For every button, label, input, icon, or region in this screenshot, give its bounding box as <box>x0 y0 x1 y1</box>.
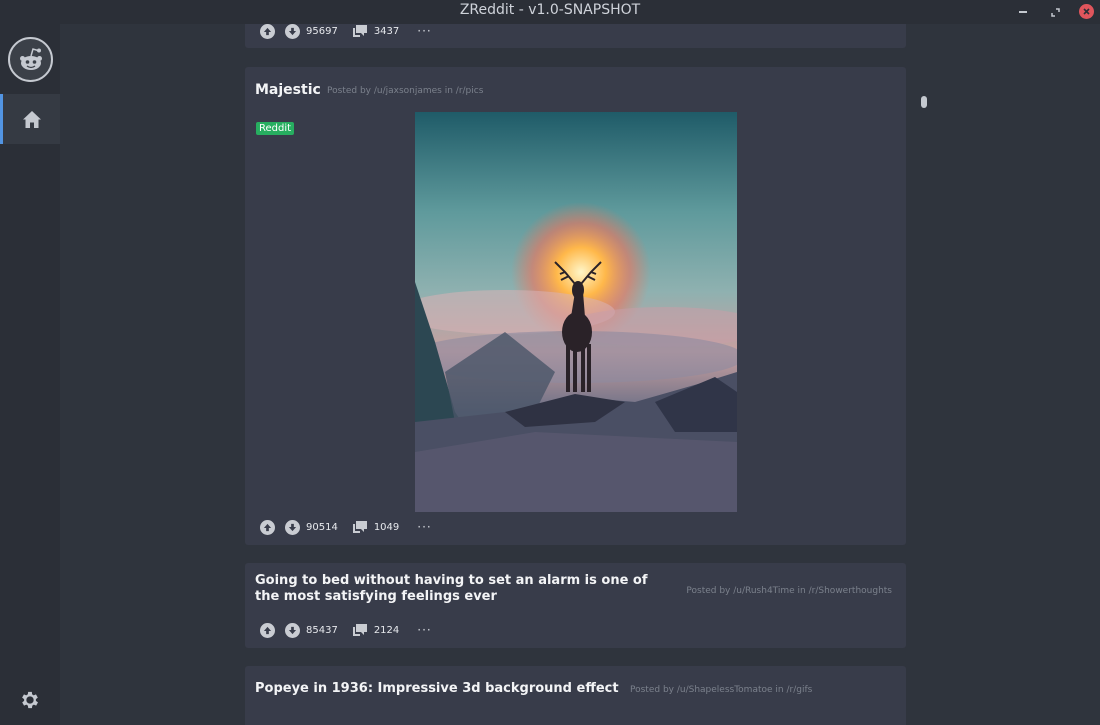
post-meta[interactable]: Posted by /u/Rush4Time in /r/Showerthoug… <box>686 586 892 596</box>
close-button[interactable] <box>1079 4 1094 19</box>
post-title[interactable]: Majestic <box>255 82 321 98</box>
comment-icon[interactable] <box>352 623 368 637</box>
more-options-button[interactable]: ··· <box>417 623 431 637</box>
comment-count[interactable]: 1049 <box>374 522 399 533</box>
arrow-up-icon <box>263 626 272 634</box>
post-actions: 90514 1049 ··· <box>260 519 432 535</box>
post-actions: 85437 2124 ··· <box>260 622 432 638</box>
reddit-alien-icon[interactable] <box>8 37 53 82</box>
post-meta[interactable]: Posted by /u/jaxsonjames in /r/pics <box>327 86 483 96</box>
score: 85437 <box>306 624 338 636</box>
title-bar: ZReddit - v1.0-SNAPSHOT <box>0 0 1100 24</box>
minimize-icon <box>1019 11 1027 13</box>
post-card: 95697 3437 ··· <box>245 24 906 48</box>
comment-icon[interactable] <box>352 24 368 38</box>
score: 95697 <box>306 25 338 37</box>
post-flair: Reddit <box>256 122 295 135</box>
post-card: Majestic Posted by /u/jaxsonjames in /r/… <box>245 67 906 545</box>
post-actions: 95697 3437 ··· <box>260 24 432 39</box>
feed[interactable]: 95697 3437 ··· Majestic Posted by /u/jax… <box>60 24 1100 725</box>
upvote-button[interactable] <box>260 622 275 638</box>
maximize-icon <box>1050 7 1060 17</box>
scrollbar-thumb[interactable] <box>921 96 927 108</box>
comment-count[interactable]: 2124 <box>374 625 399 636</box>
post-meta[interactable]: Posted by /u/ShapelessTomatoe in /r/gifs <box>630 685 812 695</box>
maximize-button[interactable] <box>1047 4 1063 20</box>
upvote-button[interactable] <box>260 24 275 39</box>
close-icon <box>1083 8 1090 15</box>
post-title[interactable]: Going to bed without having to set an al… <box>255 573 665 605</box>
comment-count[interactable]: 3437 <box>374 26 399 37</box>
home-icon <box>22 110 41 128</box>
settings-button[interactable] <box>18 688 42 712</box>
sidebar <box>0 24 60 725</box>
more-options-button[interactable]: ··· <box>417 24 431 38</box>
downvote-button[interactable] <box>285 24 300 39</box>
arrow-up-icon <box>263 27 272 35</box>
downvote-button[interactable] <box>285 622 300 638</box>
post-card: Going to bed without having to set an al… <box>245 563 906 648</box>
arrow-up-icon <box>263 523 272 531</box>
upvote-button[interactable] <box>260 519 275 535</box>
more-options-button[interactable]: ··· <box>417 520 431 534</box>
score: 90514 <box>306 521 338 533</box>
window-title: ZReddit - v1.0-SNAPSHOT <box>459 2 641 18</box>
nav-home[interactable] <box>0 94 60 144</box>
minimize-button[interactable] <box>1015 4 1031 20</box>
arrow-down-icon <box>288 27 297 35</box>
arrow-down-icon <box>288 523 297 531</box>
comment-icon[interactable] <box>352 520 368 534</box>
arrow-down-icon <box>288 626 297 634</box>
downvote-button[interactable] <box>285 519 300 535</box>
post-card: Popeye in 1936: Impressive 3d background… <box>245 666 906 725</box>
post-image[interactable] <box>415 112 737 512</box>
gear-icon <box>22 691 38 709</box>
post-title[interactable]: Popeye in 1936: Impressive 3d background… <box>255 681 619 696</box>
